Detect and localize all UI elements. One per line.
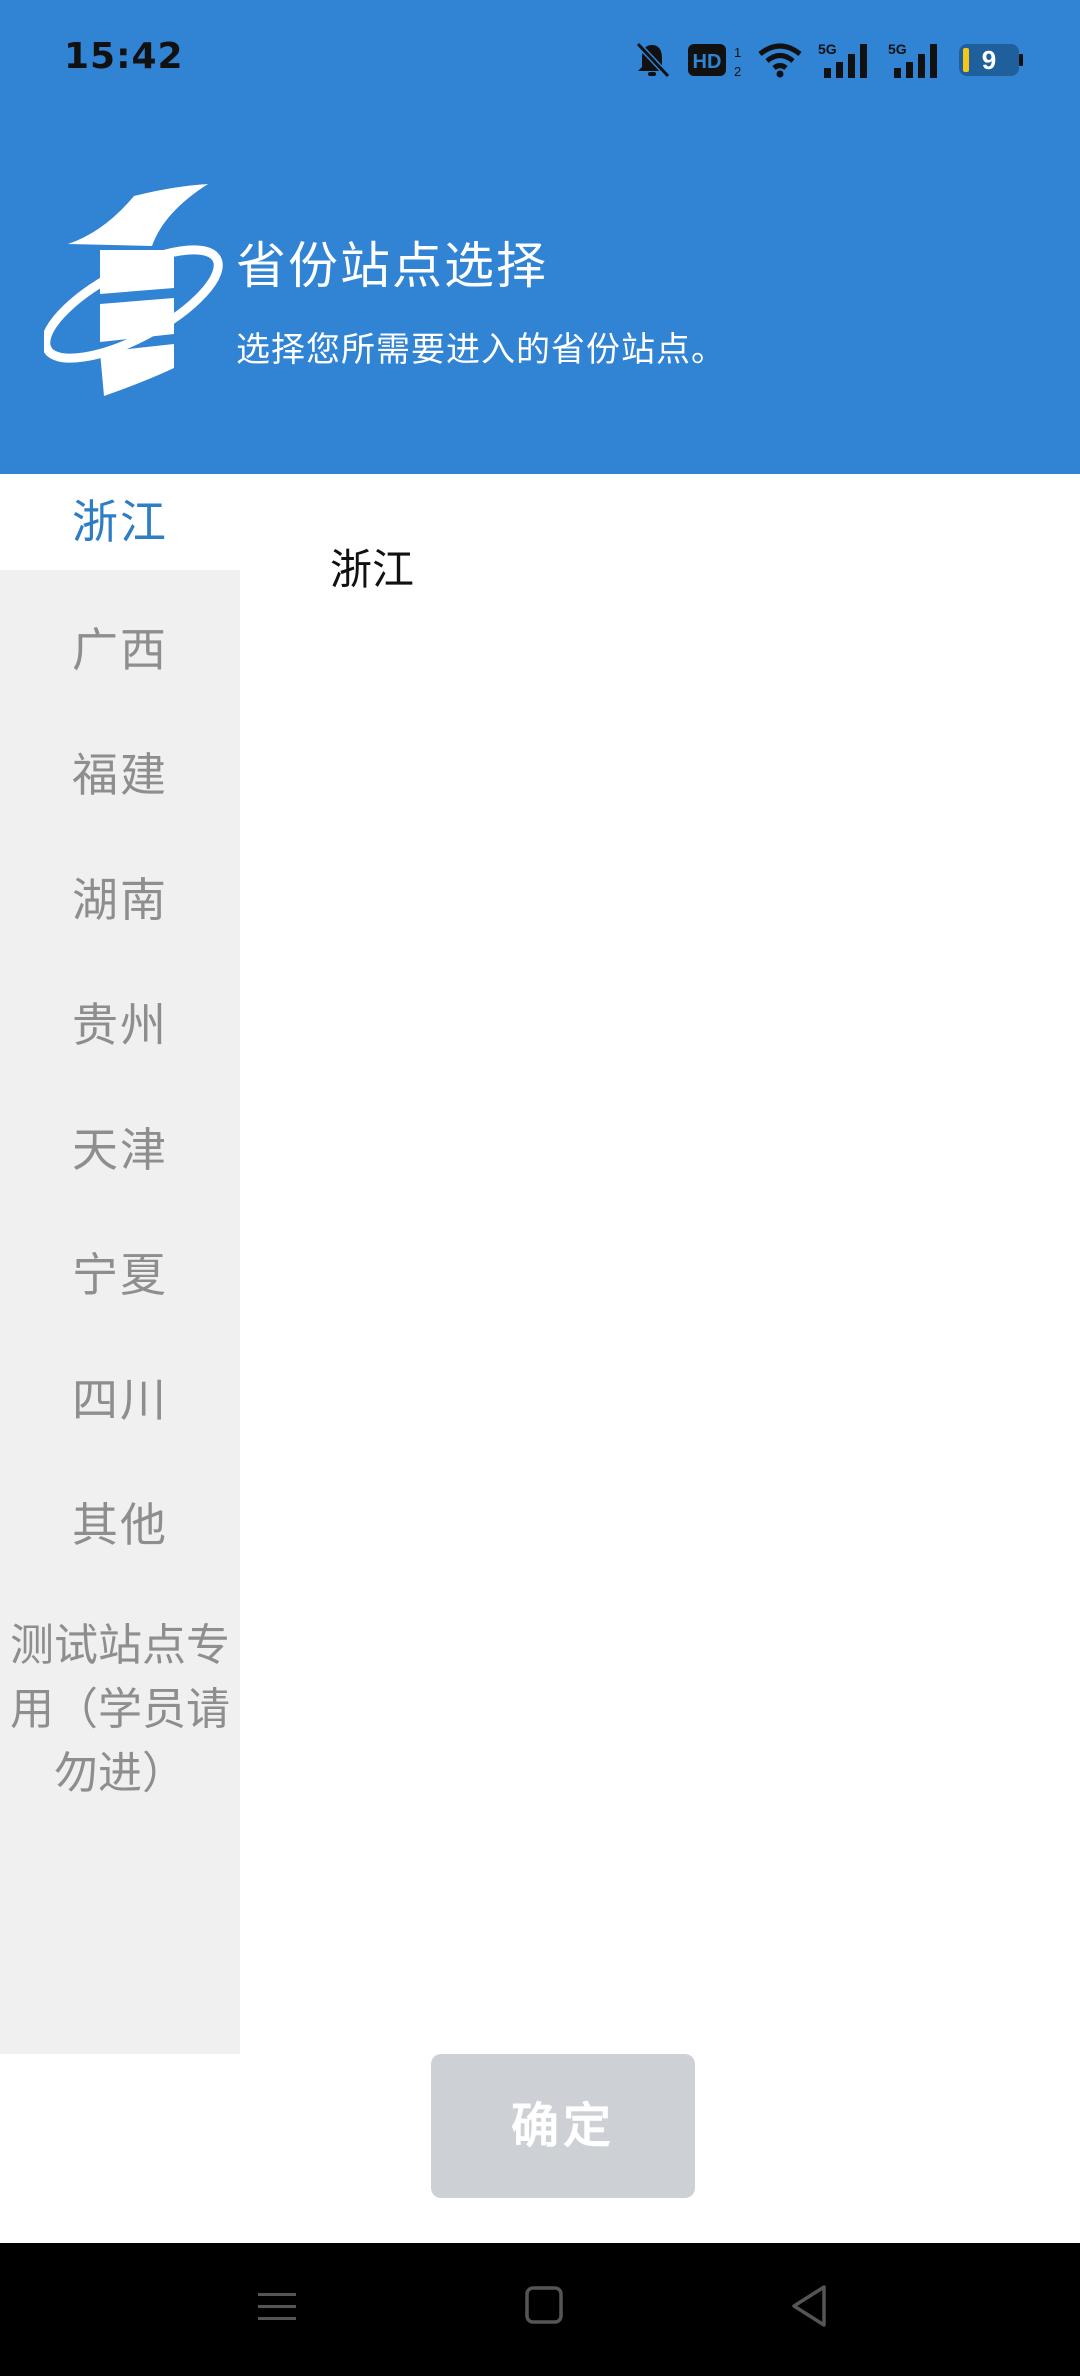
battery-level: 9 [981, 45, 997, 75]
site-list-item[interactable]: 浙江 [330, 536, 414, 597]
menu-icon[interactable] [254, 2283, 300, 2333]
status-icons: HD 1 2 5G 5G 9 [632, 34, 1024, 86]
page-title: 省份站点选择 [236, 237, 548, 295]
battery-icon: 9 [958, 42, 1024, 78]
app-logo [41, 182, 224, 404]
test-site-label-line-3: 勿进） [54, 1748, 186, 1799]
page-subtitle: 选择您所需要进入的省份站点。 [236, 330, 726, 370]
home-icon[interactable] [522, 2283, 568, 2333]
status-bar: 15:42 HD 1 2 5G 5G 9 [0, 0, 1080, 120]
sidebar-item-sichuan[interactable]: 四川 [0, 1364, 240, 1430]
mute-bell-icon [632, 40, 672, 80]
sidebar-item-hunan[interactable]: 湖南 [0, 864, 240, 930]
header: 15:42 HD 1 2 5G 5G 9 省份站点选择 选择您所需要进入的省份站… [0, 0, 1080, 474]
sidebar-item-guizhou[interactable]: 贵州 [0, 989, 240, 1055]
sidebar-item-ningxia[interactable]: 宁夏 [0, 1239, 240, 1305]
5g-signal-icon: 5G [818, 40, 874, 80]
sidebar-item-guangxi[interactable]: 广西 [0, 614, 240, 680]
sidebar-item-tianjin[interactable]: 天津 [0, 1114, 240, 1180]
hd-icon: HD 1 2 [686, 40, 742, 80]
svg-text:HD: HD [693, 51, 722, 73]
wifi-icon [756, 40, 804, 80]
sidebar-item-test-site[interactable]: 测试站点专 用（学员请 勿进） [0, 1614, 240, 1806]
svg-text:5G: 5G [888, 41, 907, 57]
test-site-label-line-1: 测试站点专 [10, 1620, 230, 1671]
sidebar-item-zhejiang[interactable]: 浙江 [0, 474, 240, 570]
sidebar-item-fujian[interactable]: 福建 [0, 739, 240, 805]
5g-signal-icon: 5G [888, 40, 944, 80]
sidebar-item-other[interactable]: 其他 [0, 1489, 240, 1555]
svg-text:5G: 5G [818, 41, 837, 57]
status-time: 15:42 [64, 36, 184, 77]
test-site-label-line-2: 用（学员请 [10, 1684, 230, 1735]
svg-text:1: 1 [734, 45, 741, 60]
back-icon[interactable] [786, 2283, 832, 2333]
province-sidebar: 浙江 广西 福建 湖南 贵州 天津 宁夏 四川 其他 测试站点专 用（学员请 勿… [0, 474, 240, 2054]
system-nav-bar [0, 2243, 1080, 2376]
confirm-button[interactable]: 确定 [431, 2054, 695, 2198]
svg-text:2: 2 [734, 64, 741, 79]
